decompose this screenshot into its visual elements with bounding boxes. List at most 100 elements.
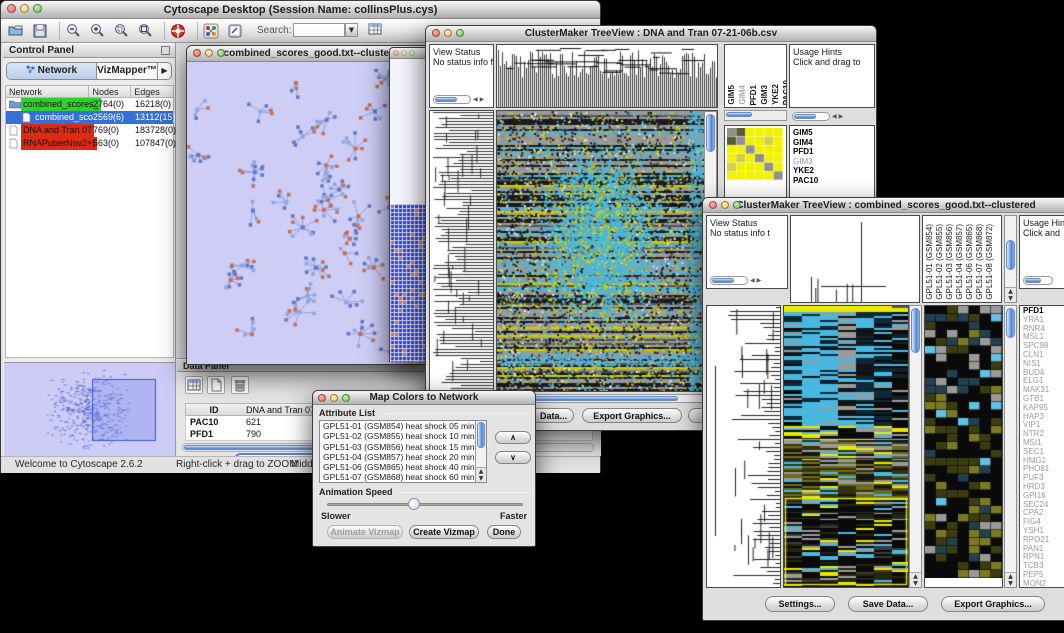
treeview1-titlebar[interactable]: ClusterMaker TreeView : DNA and Tran 07-… — [426, 26, 876, 42]
column-label[interactable]: GPL51-01 (GSM854) — [925, 224, 935, 300]
column-label[interactable]: PAC10 — [782, 80, 787, 105]
tv2-zoom-heatmap[interactable] — [925, 306, 1002, 578]
zoom-window-button[interactable] — [456, 29, 464, 37]
import-network-icon[interactable] — [202, 22, 220, 40]
network-table-row[interactable]: combined_scores_2764(0)16218(0) — [6, 98, 173, 111]
minimize-button[interactable] — [444, 29, 452, 37]
attribute-list-item[interactable]: GPL51-02 (GSM855) heat shock 10 min — [320, 431, 486, 441]
minimize-button[interactable] — [721, 201, 729, 209]
attr-col-id[interactable]: ID — [186, 404, 238, 415]
column-label[interactable]: GIM3 — [760, 85, 770, 105]
slider-thumb[interactable] — [408, 498, 420, 510]
tv1-heatmap[interactable] — [497, 111, 704, 391]
tv2-labels-vscrollbar[interactable]: ▲▼ — [1004, 215, 1017, 303]
tab-network[interactable]: Network — [7, 63, 97, 79]
attribute-list-item[interactable]: GPL51-01 (GSM854) heat shock 05 min — [320, 421, 486, 431]
attribute-list-item[interactable]: GPL51-04 (GSM857) heat shock 20 min — [320, 452, 486, 462]
close-button[interactable] — [709, 201, 717, 209]
scroll-arrows-icon[interactable]: ▲▼ — [910, 572, 921, 587]
column-label[interactable]: GIM4 — [738, 85, 748, 105]
animate-vizmap-button[interactable]: Animate Vizmap — [327, 525, 403, 539]
tab-vizmapper[interactable]: VizMapper™ — [97, 63, 157, 79]
export-graphics-button[interactable]: Export Graphics... — [941, 596, 1045, 612]
column-label[interactable]: GIM5 — [727, 85, 737, 105]
scroll-arrows-icon[interactable]: ◀▶ — [473, 96, 486, 103]
attribute-select-icon[interactable] — [185, 376, 203, 394]
col-nodes[interactable]: Nodes — [89, 86, 131, 97]
attribute-list-item[interactable]: GPL51-07 (GSM868) heat shock 60 min — [320, 472, 486, 482]
gene-list-item[interactable]: GIM5 — [790, 128, 874, 138]
column-label[interactable]: GPL51-02 (GSM855) — [935, 224, 945, 300]
tab-scroll-arrow[interactable]: ▶ — [157, 63, 171, 79]
column-label[interactable]: GPL51-08 (GSM872) — [985, 224, 995, 300]
close-button[interactable] — [193, 49, 201, 57]
network-table-row[interactable]: combined_sco2569(6)13112(15) — [6, 111, 173, 124]
settings-button[interactable]: Settings... — [765, 596, 835, 612]
scroll-arrows-icon[interactable]: ◀▶ — [832, 113, 845, 120]
mini-hscrollbar[interactable]: ◀▶ — [433, 94, 486, 105]
close-button[interactable] — [318, 394, 326, 402]
help-lifering-icon[interactable] — [169, 22, 187, 40]
search-input[interactable] — [293, 23, 345, 37]
create-vizmap-button[interactable]: Create Vizmap — [409, 525, 479, 539]
mini-hscrollbar[interactable]: ◀▶ — [792, 111, 845, 122]
tv1-zoom-hscrollbar[interactable] — [724, 110, 787, 121]
column-label[interactable]: GPL51-07 (GSM868) — [975, 224, 985, 300]
tv2-row-dendrogram[interactable] — [707, 306, 780, 587]
move-down-button[interactable]: ∨ — [495, 451, 531, 464]
close-button[interactable] — [7, 4, 16, 13]
vscroll-thumb[interactable] — [911, 308, 920, 353]
birdseye-canvas[interactable] — [4, 363, 175, 456]
zoom-window-button[interactable] — [342, 394, 350, 402]
col-edges[interactable]: Edges — [131, 86, 173, 97]
gene-list-item[interactable]: YKE2 — [790, 166, 874, 176]
tv2-heatmap[interactable] — [784, 306, 908, 587]
network-table-row[interactable]: DNA and Tran 07769(0)183728(0) — [6, 124, 173, 137]
export-graphics-button[interactable]: Export Graphics... — [582, 408, 682, 423]
float-panel-icon[interactable] — [161, 46, 170, 55]
treeview2-titlebar[interactable]: ClusterMaker TreeView : combined_scores_… — [703, 198, 1064, 213]
vscroll-thumb[interactable] — [1006, 308, 1015, 338]
attribute-table-icon[interactable] — [367, 21, 383, 42]
zoom-window-button[interactable] — [217, 49, 225, 57]
col-network[interactable]: Network — [6, 86, 89, 97]
zoom-window-button[interactable] — [33, 4, 42, 13]
gene-list-item[interactable]: GIM3 — [790, 157, 874, 167]
network-table-row[interactable]: RNAPuberNov2+|563(0)107847(0) — [6, 137, 173, 150]
vscroll-thumb[interactable] — [477, 422, 485, 448]
gene-list-item[interactable]: GIM4 — [790, 138, 874, 148]
main-titlebar[interactable]: Cytoscape Desktop (Session Name: collins… — [1, 1, 600, 19]
animation-speed-slider[interactable] — [327, 503, 523, 506]
delete-attribute-icon[interactable] — [231, 376, 249, 394]
zoom-window-button[interactable] — [409, 50, 415, 56]
search-dropdown-arrow[interactable]: ▼ — [345, 23, 358, 37]
attribute-list-vscrollbar[interactable]: ▲▼ — [475, 421, 486, 482]
minimize-button[interactable] — [330, 394, 338, 402]
scroll-arrows-icon[interactable]: ▲▼ — [1005, 287, 1016, 302]
column-label[interactable]: GPL51-06 (GSM865) — [965, 224, 975, 300]
mini-hscrollbar[interactable] — [1023, 275, 1053, 286]
gene-list-item[interactable]: MON2 — [1020, 580, 1064, 588]
close-button[interactable] — [432, 29, 440, 37]
column-label[interactable]: GPL51-04 (GSM857) — [955, 224, 965, 300]
column-label[interactable]: YKE2 — [771, 84, 781, 105]
vscroll-thumb[interactable] — [706, 114, 715, 152]
column-label[interactable]: PFD1 — [749, 85, 759, 105]
gene-list-item[interactable]: PFD1 — [790, 147, 874, 157]
tv1-zoom-heatmap[interactable] — [727, 128, 783, 180]
zoom-out-icon[interactable] — [64, 22, 82, 40]
zoom-window-button[interactable] — [733, 201, 741, 209]
tv2-heatmap-vscrollbar[interactable]: ▲▼ — [909, 305, 922, 588]
zoom-fit-icon[interactable] — [136, 22, 154, 40]
tv2-zoom-vscrollbar[interactable]: ▲▼ — [1004, 305, 1017, 588]
gene-list-item[interactable]: PAC10 — [790, 176, 874, 186]
scroll-arrows-icon[interactable]: ▲▼ — [1005, 572, 1016, 587]
save-icon[interactable] — [31, 22, 49, 40]
open-file-icon[interactable] — [7, 22, 25, 40]
done-button[interactable]: Done — [487, 525, 521, 539]
minimize-button[interactable] — [20, 4, 29, 13]
zoom-selected-icon[interactable] — [112, 22, 130, 40]
tv1-row-dendrogram[interactable] — [430, 111, 493, 391]
move-up-button[interactable]: ∧ — [495, 431, 531, 444]
scroll-arrows-icon[interactable]: ◀▶ — [750, 277, 763, 284]
